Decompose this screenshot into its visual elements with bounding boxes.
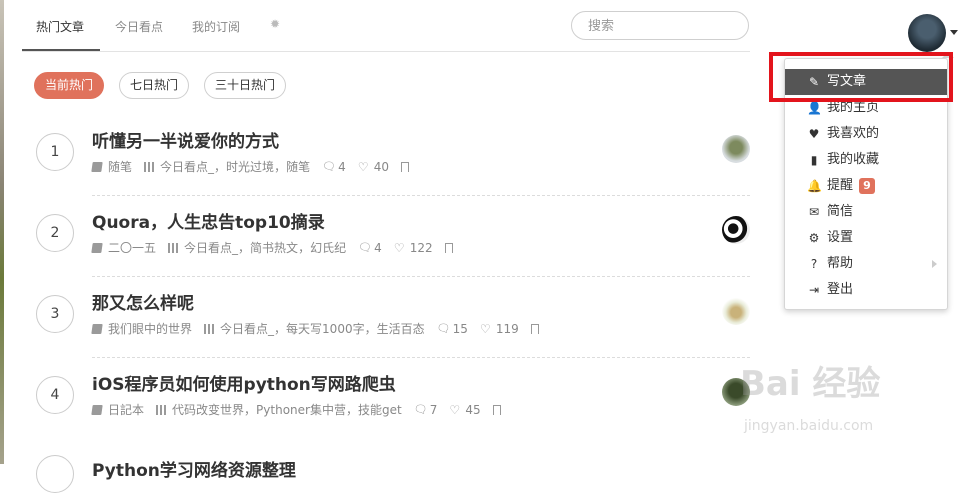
collection-link[interactable]: 今日看点_ (184, 239, 238, 256)
comment-count: 4 (338, 159, 346, 174)
bookmark-icon: ▮ (810, 153, 818, 167)
notebook-icon (91, 242, 103, 253)
collection-link[interactable]: 简书热文 (250, 239, 298, 256)
article-item: 1 听懂另一半说爱你的方式 随笔 今日看点_， 时光过境， 随笔 🗨 4 ♡ 4… (36, 115, 750, 196)
article-title[interactable]: iOS程序员如何使用python写网路爬虫 (92, 370, 396, 395)
menu-item-liked[interactable]: ♥ 我喜欢的 (785, 121, 947, 147)
watermark-brand: Bai 经验 (740, 364, 881, 404)
collection-icon (168, 242, 179, 253)
question-icon: ? (810, 257, 818, 271)
gear-icon[interactable]: ✹ (270, 18, 282, 30)
menu-item-settings[interactable]: ⚙ 设置 (785, 225, 947, 251)
collection-link[interactable]: 随笔 (286, 158, 310, 175)
like-count: 119 (495, 321, 519, 336)
collection-link[interactable]: 每天写1000字 (286, 320, 365, 337)
bookmark-icon[interactable] (401, 161, 410, 172)
logout-icon: ⇥ (808, 283, 820, 297)
notebook-link[interactable]: 随笔 (108, 158, 132, 175)
article-item: 2 Quora，人生忠告top10摘录 二〇一五 今日看点_， 简书热文， 幻氏… (36, 196, 750, 277)
bookmark-icon[interactable] (530, 323, 539, 334)
user-avatar[interactable] (908, 14, 946, 52)
article-meta: 日記本 代码改变世界， Pythoner集中营， 技能get 🗨 7 ♡ 45 (91, 401, 507, 418)
heart-icon: ♡ (449, 402, 461, 417)
article-title[interactable]: Python学习网络资源整理 (92, 456, 296, 481)
bookmark-icon[interactable] (492, 404, 501, 415)
gears-icon: ⚙ (808, 231, 820, 245)
notebook-icon (91, 404, 103, 415)
collection-link[interactable]: 代码改变世界 (172, 401, 244, 418)
rank-number: 1 (36, 133, 74, 171)
collection-link[interactable]: 生活百态 (377, 320, 425, 337)
collection-link[interactable]: 幻氏纪 (310, 239, 346, 256)
comment-icon: 🗨 (358, 240, 373, 254)
comment-icon: 🗨 (413, 402, 428, 416)
notebook-icon (91, 323, 103, 334)
article-title[interactable]: Quora，人生忠告top10摘录 (92, 208, 325, 233)
collection-icon (156, 404, 167, 415)
comment-icon: 🗨 (436, 321, 451, 335)
watermark-url: jingyan.baidu.com (744, 418, 874, 434)
like-count: 40 (373, 159, 390, 174)
author-avatar[interactable] (722, 297, 750, 325)
like-count: 122 (409, 240, 433, 255)
background-edge (0, 0, 4, 464)
comment-count: 4 (374, 240, 382, 255)
tab-hot-articles[interactable]: 热门文章 (36, 18, 84, 35)
watermark: Bai 经验 jingyan.baidu.com (740, 356, 965, 464)
menu-item-collections[interactable]: ▮ 我的收藏 (785, 147, 947, 173)
bell-icon: 🔔 (807, 179, 822, 193)
comment-count: 7 (429, 402, 438, 417)
article-meta: 二〇一五 今日看点_， 简书热文， 幻氏纪 🗨 4 ♡ 122 (91, 239, 459, 256)
filter-seven-days[interactable]: 七日热门 (119, 72, 189, 99)
article-meta: 随笔 今日看点_， 时光过境， 随笔 🗨 4 ♡ 40 (91, 158, 415, 175)
collection-link[interactable]: 今日看点_ (220, 320, 274, 337)
collection-icon (204, 323, 215, 334)
collection-link[interactable]: 技能get (358, 401, 402, 418)
envelope-icon: ✉ (808, 205, 820, 219)
collection-link[interactable]: 时光过境 (226, 158, 274, 175)
comment-count: 15 (452, 321, 468, 336)
heart-icon: ♥ (808, 127, 820, 141)
article-title[interactable]: 听懂另一半说爱你的方式 (92, 127, 279, 152)
author-avatar[interactable] (722, 216, 750, 244)
collection-link[interactable]: 今日看点_ (160, 158, 214, 175)
search-input[interactable] (586, 18, 740, 35)
collection-icon (144, 161, 155, 172)
notebook-link[interactable]: 日記本 (108, 401, 144, 418)
article-title[interactable]: 那又怎么样呢 (92, 289, 194, 314)
comment-icon: 🗨 (322, 159, 337, 173)
collection-link[interactable]: Pythoner集中营 (256, 401, 346, 418)
heart-icon: ♡ (357, 159, 369, 174)
article-item: 3 那又怎么样呢 我们眼中的世界 今日看点_， 每天写1000字， 生活百态 🗨… (36, 277, 750, 358)
notebook-link[interactable]: 我们眼中的世界 (108, 320, 192, 337)
active-tab-indicator (22, 49, 100, 51)
menu-item-messages[interactable]: ✉ 简信 (785, 199, 947, 225)
search-box (571, 11, 749, 40)
rank-number (36, 455, 74, 493)
menu-item-logout[interactable]: ⇥ 登出 (785, 277, 947, 303)
rank-number: 2 (36, 214, 74, 252)
article-item: 4 iOS程序员如何使用python写网路爬虫 日記本 代码改变世界， Pyth… (36, 358, 750, 439)
filter-thirty-days[interactable]: 三十日热门 (204, 72, 286, 99)
rank-number: 3 (36, 295, 74, 333)
notification-badge: 9 (859, 178, 875, 194)
article-meta: 我们眼中的世界 今日看点_， 每天写1000字， 生活百态 🗨 15 ♡ 119 (91, 320, 545, 337)
chevron-right-icon (932, 260, 937, 268)
rank-number: 4 (36, 376, 74, 414)
filter-current-hot[interactable]: 当前热门 (34, 72, 104, 99)
menu-item-notifications[interactable]: 🔔 提醒 9 (785, 173, 947, 199)
author-avatar[interactable] (722, 135, 750, 163)
annotation-highlight-box (769, 52, 953, 102)
heart-icon: ♡ (479, 321, 491, 336)
caret-down-icon[interactable] (950, 30, 958, 35)
heart-icon: ♡ (393, 240, 405, 255)
tab-my-subscriptions[interactable]: 我的订阅 (192, 18, 240, 35)
like-count: 45 (465, 402, 481, 417)
menu-item-help[interactable]: ? 帮助 (785, 251, 947, 277)
notebook-link[interactable]: 二〇一五 (108, 239, 156, 256)
tab-today-highlights[interactable]: 今日看点 (115, 18, 163, 35)
notebook-icon (91, 161, 103, 172)
bookmark-icon[interactable] (444, 242, 453, 253)
